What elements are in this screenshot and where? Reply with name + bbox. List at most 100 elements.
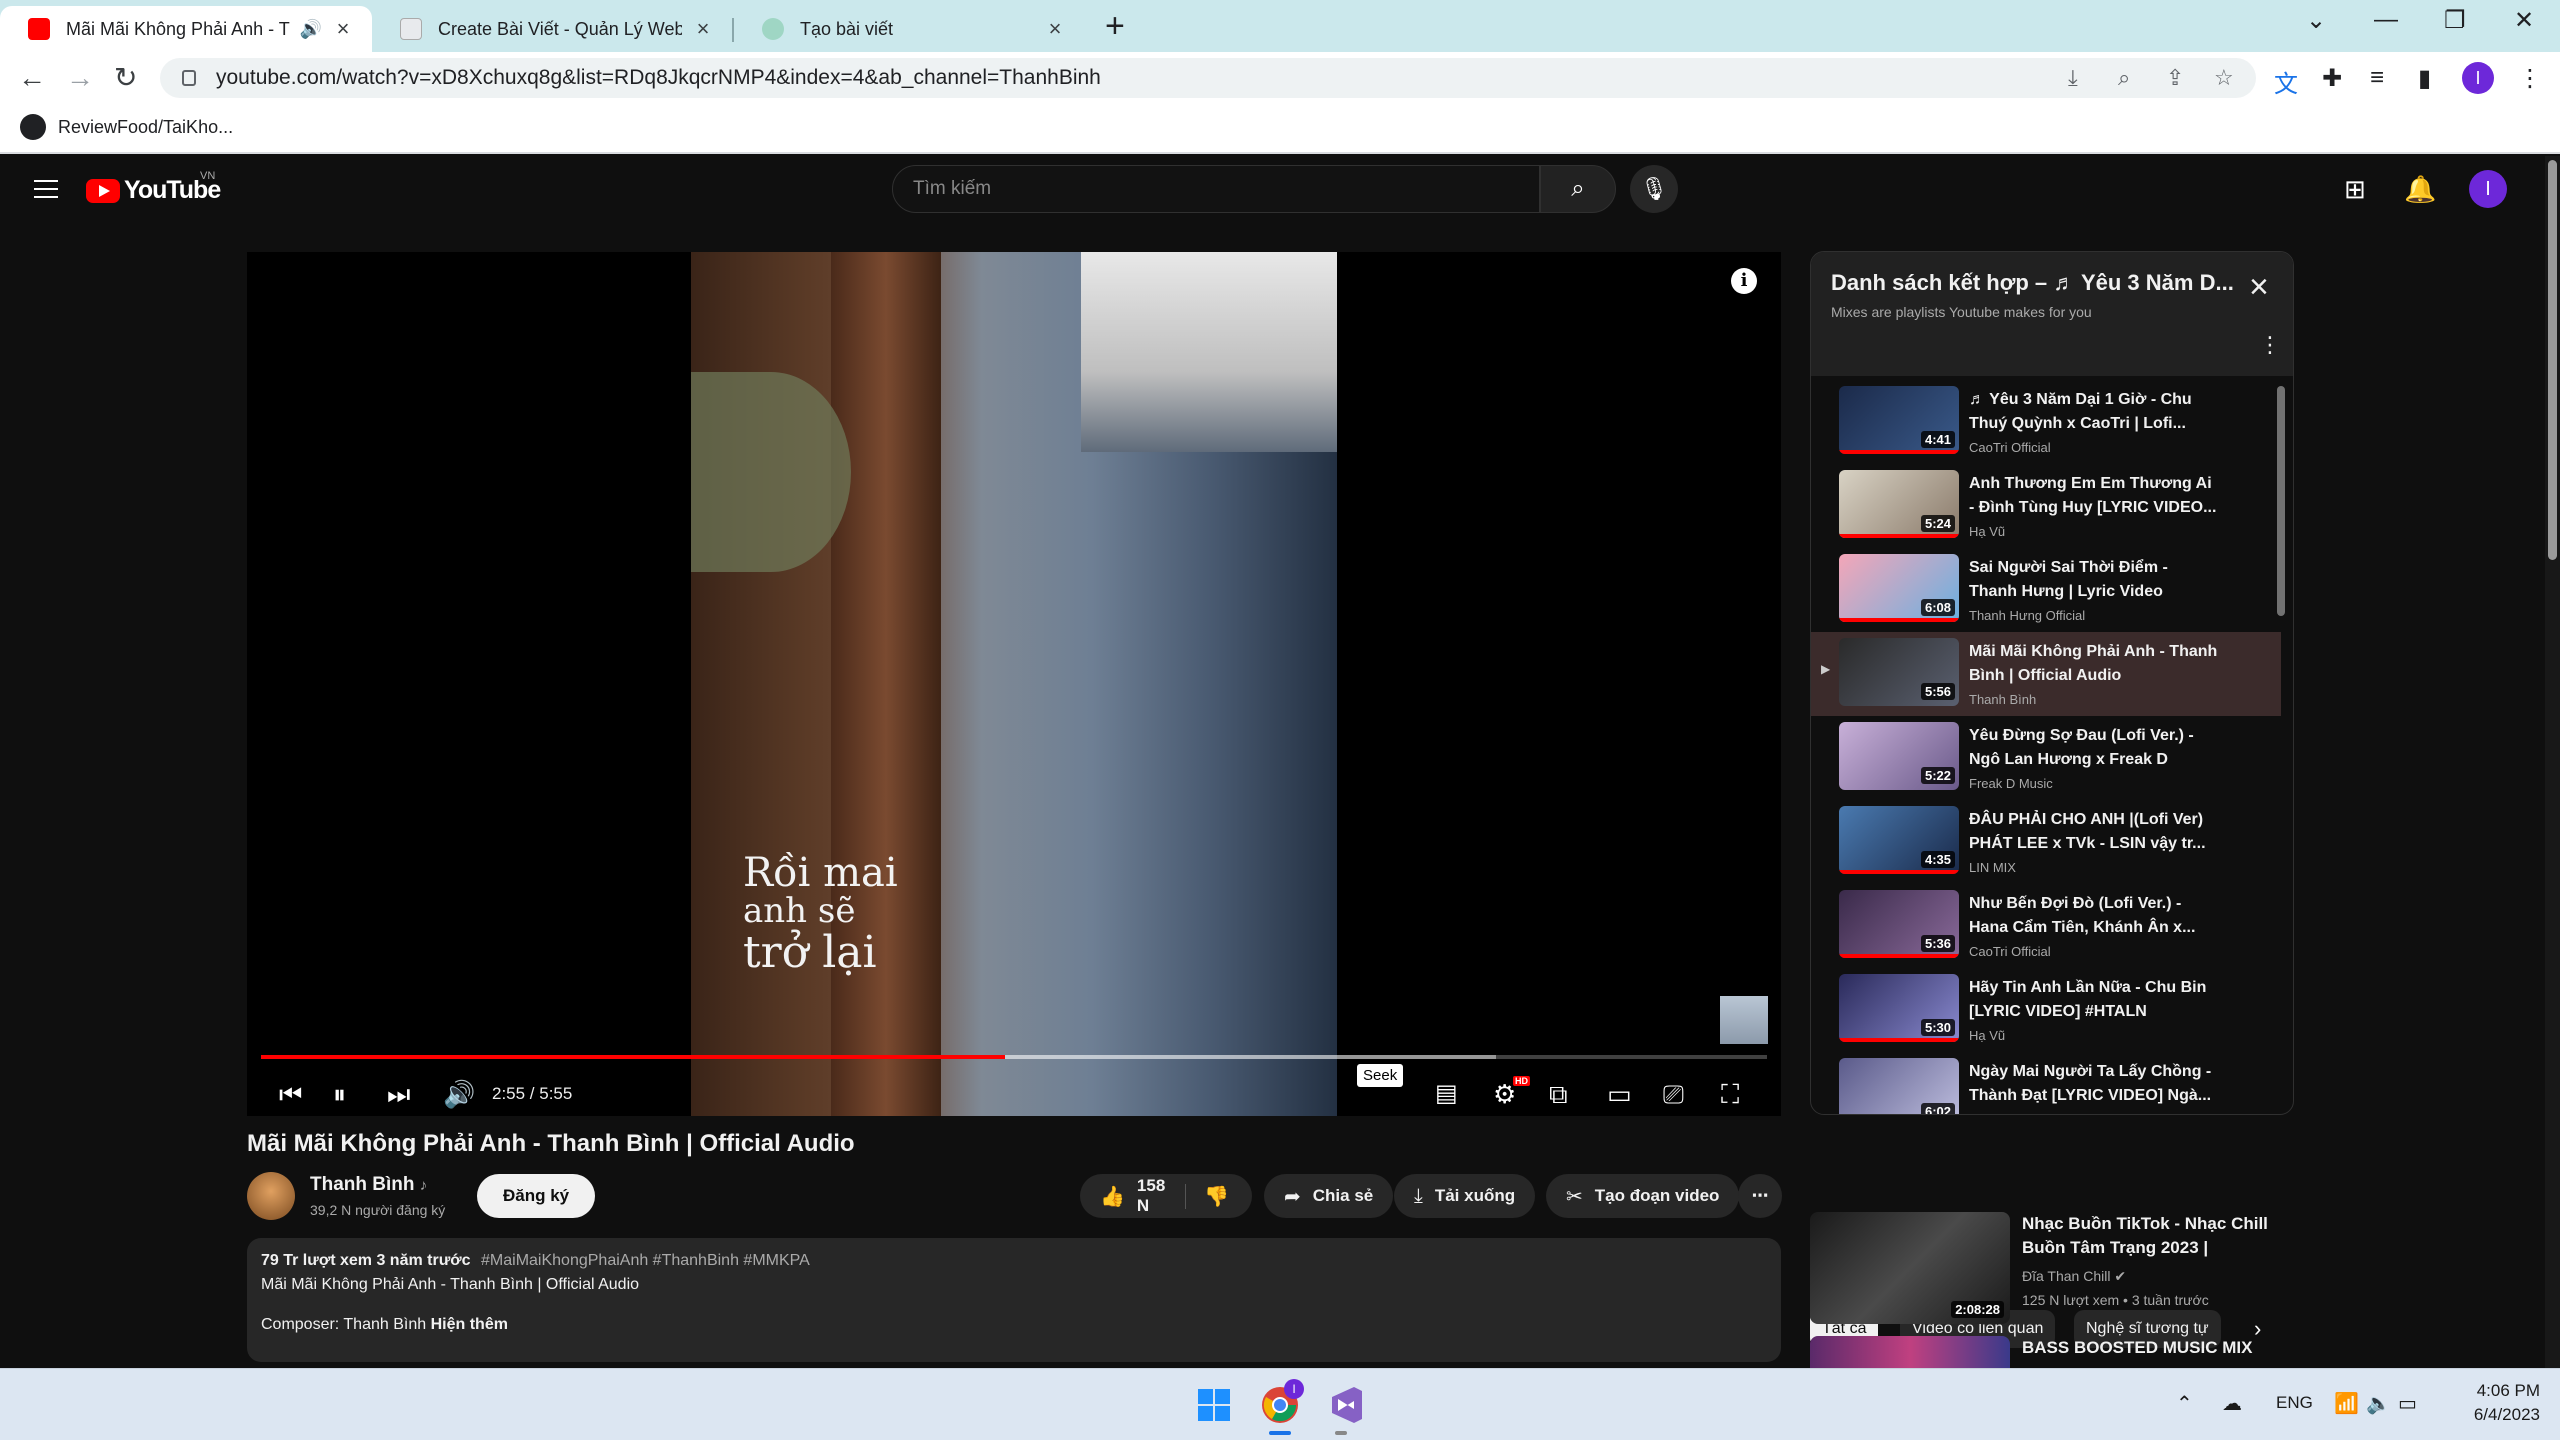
playlist-item[interactable]: 4:35 ĐÂU PHẢI CHO ANH |(Lofi Ver) PHÁT LE…: [1811, 800, 2281, 884]
bookmark-item[interactable]: ReviewFood/TaiKho...: [20, 114, 233, 140]
info-icon[interactable]: i: [1731, 268, 1757, 294]
reload-icon[interactable]: ↻: [114, 62, 137, 94]
recommendation-item[interactable]: 2:08:28 Nhạc Buồn TikTok - Nhạc Chill Bu…: [1810, 1212, 2280, 1332]
recommendation-channel[interactable]: Đĩa Than Chill ✔: [2022, 1268, 2126, 1285]
notifications-bell-icon[interactable]: 🔔: [2404, 174, 2436, 205]
clip-button[interactable]: ✂ Tạo đoạn video: [1546, 1174, 1740, 1218]
playlist-thumbnail[interactable]: 4:41: [1839, 386, 1959, 454]
youtube-logo[interactable]: YouTube VN: [86, 170, 221, 205]
tab-tao-bai-viet[interactable]: Tạo bài viết ×: [734, 6, 1084, 52]
tab-close-icon[interactable]: ×: [1044, 16, 1066, 42]
miniplayer-icon[interactable]: ⧉: [1549, 1074, 1568, 1114]
playlist-item[interactable]: 5:24 Anh Thương Em Em Thương Ai - Đình Tù…: [1811, 464, 2281, 548]
playlist-scrollbar[interactable]: [2277, 386, 2285, 616]
zoom-icon[interactable]: ⌕: [2118, 65, 2130, 91]
profile-avatar[interactable]: I: [2462, 62, 2494, 94]
forward-icon[interactable]: →: [66, 62, 94, 94]
previous-button[interactable]: ⏮: [279, 1074, 302, 1114]
bookmark-star-icon[interactable]: ☆: [2214, 65, 2234, 91]
close-window-button[interactable]: ✕: [2514, 6, 2534, 35]
subscribe-button[interactable]: Đăng ký: [477, 1174, 596, 1218]
show-hidden-icons-chevron-icon[interactable]: ⌃: [2176, 1391, 2193, 1416]
playlist-thumbnail[interactable]: 4:35: [1839, 806, 1959, 874]
playlist-thumbnail[interactable]: 5:56: [1839, 638, 1959, 706]
channel-name[interactable]: Thanh Bình ♪: [310, 1174, 427, 1196]
pause-button[interactable]: ⏸: [333, 1074, 346, 1114]
next-button[interactable]: ⏭: [387, 1074, 410, 1114]
playlist-item[interactable]: 5:36 Như Bến Đợi Đò (Lofi Ver.) - Hana Cẩ…: [1811, 884, 2281, 968]
playlist-item[interactable]: 6:08 Sai Người Sai Thời Điểm - Thanh Hưng…: [1811, 548, 2281, 632]
channel-avatar[interactable]: [247, 1172, 295, 1220]
volume-tray-icon[interactable]: 🔈: [2366, 1391, 2391, 1416]
theater-mode-icon[interactable]: ▭: [1607, 1074, 1632, 1114]
scrollbar-thumb[interactable]: [2548, 160, 2557, 560]
playlist-item[interactable]: 5:22 Yêu Đừng Sợ Đau (Lofi Ver.) - Ngô La…: [1811, 716, 2281, 800]
battery-icon[interactable]: ▭: [2398, 1391, 2417, 1416]
menu-icon[interactable]: [34, 180, 58, 198]
share-icon[interactable]: ⇪: [2166, 65, 2184, 91]
tab-close-icon[interactable]: ×: [332, 16, 354, 42]
language-indicator[interactable]: ENG: [2276, 1393, 2313, 1413]
minimize-button[interactable]: —: [2374, 6, 2398, 34]
system-clock[interactable]: 4:06 PM 6/4/2023: [2440, 1379, 2540, 1427]
side-panel-icon[interactable]: ▮: [2418, 64, 2431, 93]
account-avatar[interactable]: I: [2469, 170, 2507, 208]
restore-button[interactable]: ❐: [2444, 6, 2466, 35]
wifi-icon[interactable]: 📶: [2334, 1391, 2359, 1416]
recommendation-item[interactable]: BASS BOOSTED MUSIC MIX 2023 - BEST CAR M…: [1810, 1336, 2280, 1368]
playlist-thumbnail[interactable]: 6:02: [1839, 1058, 1959, 1114]
playlist-thumbnail[interactable]: 5:30: [1839, 974, 1959, 1042]
playlist-item[interactable]: ▶ 5:56 Mãi Mãi Không Phải Anh - Thanh Bình…: [1811, 632, 2281, 716]
cast-icon[interactable]: ⎚: [1663, 1074, 1684, 1114]
media-control-icon[interactable]: ≡: [2370, 64, 2384, 92]
playlist-item[interactable]: 6:02 Ngày Mai Người Ta Lấy Chồng - Thành …: [1811, 1052, 2281, 1114]
onedrive-cloud-icon[interactable]: ☁: [2222, 1391, 2242, 1416]
description-box[interactable]: 79 Tr lượt xem 3 năm trước #MaiMaiKhongP…: [247, 1238, 1781, 1362]
playlist-thumbnail[interactable]: 5:24: [1839, 470, 1959, 538]
create-video-icon[interactable]: ⊞: [2344, 174, 2366, 205]
volume-icon[interactable]: 🔊: [443, 1074, 475, 1114]
share-button[interactable]: ➦ Chia sẻ: [1264, 1174, 1394, 1218]
thumbs-down-icon[interactable]: 👎: [1185, 1183, 1229, 1209]
playlist-thumbnail[interactable]: 5:36: [1839, 890, 1959, 958]
video-thumbnail[interactable]: [1810, 1336, 2010, 1368]
more-actions-button[interactable]: ⋯: [1738, 1174, 1782, 1218]
recommendation-title[interactable]: Nhạc Buồn TikTok - Nhạc Chill Buồn Tâm T…: [2022, 1212, 2278, 1260]
visual-studio-icon[interactable]: [1324, 1383, 1368, 1427]
tab-search-icon[interactable]: ⌄: [2306, 6, 2326, 35]
fullscreen-icon[interactable]: ⛶: [1721, 1074, 1739, 1114]
more-vertical-icon[interactable]: ⋮: [2259, 332, 2281, 358]
video-player[interactable]: Rồi mai anh sẽ trở lại i ⏮ ⏸ ⏭ 🔊 2:55 / …: [247, 252, 1781, 1116]
tab-close-icon[interactable]: ×: [692, 16, 714, 42]
download-button[interactable]: ⤓ Tải xuống: [1394, 1174, 1536, 1218]
back-icon[interactable]: ←: [18, 62, 46, 94]
playlist-title[interactable]: Danh sách kết hợp – ♬ Yêu 3 Năm D...: [1831, 270, 2241, 296]
playlist-item[interactable]: 4:41 ♬ Yêu 3 Năm Dại 1 Giờ - Chu Thuý Quỳ…: [1811, 380, 2281, 464]
search-input[interactable]: Tìm kiếm: [892, 165, 1540, 213]
audio-playing-icon[interactable]: 🔊: [300, 19, 322, 40]
playlist-item[interactable]: 5:30 Hãy Tin Anh Lần Nữa - Chu Bin [LYRIC…: [1811, 968, 2281, 1052]
close-icon[interactable]: ×: [2249, 268, 2269, 307]
end-screen-thumbnail[interactable]: [1720, 996, 1768, 1044]
install-app-icon[interactable]: ⤓: [2068, 65, 2078, 91]
tab-create-post[interactable]: Create Bài Viết - Quản Lý Web ×: [372, 6, 732, 52]
recommendation-title[interactable]: BASS BOOSTED MUSIC MIX 2023 - BEST CAR M…: [2022, 1336, 2278, 1360]
new-tab-button[interactable]: +: [1105, 8, 1125, 44]
windows-start-icon[interactable]: [1192, 1383, 1236, 1427]
extensions-puzzle-icon[interactable]: ✚: [2322, 64, 2342, 93]
tab-youtube[interactable]: Mãi Mãi Không Phải Anh - T 🔊 ×: [0, 6, 372, 52]
address-bar[interactable]: youtube.com/watch?v=xD8Xchuxq8g&list=RDq…: [160, 58, 2256, 98]
progress-bar[interactable]: [261, 1055, 1767, 1059]
chrome-menu-icon[interactable]: ⋮: [2518, 64, 2542, 93]
playlist-thumbnail[interactable]: 6:08: [1839, 554, 1959, 622]
voice-search-button[interactable]: 🎙: [1630, 165, 1678, 213]
show-more-link[interactable]: Hiện thêm: [431, 1316, 508, 1333]
like-button[interactable]: 👍 158 N 👎: [1080, 1174, 1252, 1218]
subtitles-icon[interactable]: ▤: [1435, 1074, 1458, 1114]
video-thumbnail[interactable]: 2:08:28: [1810, 1212, 2010, 1324]
page-scrollbar[interactable]: [2545, 156, 2560, 1368]
playlist-thumbnail[interactable]: 5:22: [1839, 722, 1959, 790]
translate-extension-icon[interactable]: 文: [2274, 64, 2298, 99]
hashtags[interactable]: #MaiMaiKhongPhaiAnh #ThanhBinh #MMKPA: [481, 1252, 810, 1269]
search-button[interactable]: ⌕: [1540, 165, 1616, 213]
